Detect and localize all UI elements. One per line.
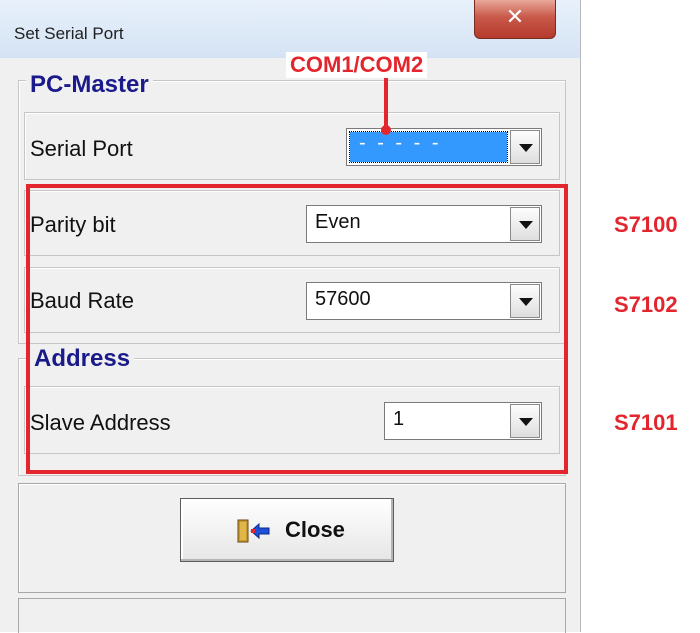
- status-bar: [18, 598, 566, 633]
- highlight-box: [26, 184, 568, 474]
- callout-leader-dot: [381, 125, 391, 135]
- window-close-button[interactable]: ✕: [474, 0, 556, 39]
- exit-door-icon: [237, 519, 270, 543]
- pc-master-legend: PC-Master: [26, 71, 153, 99]
- close-button-label: Close: [285, 517, 345, 542]
- com-port-callout: COM1/COM2: [286, 52, 428, 78]
- window-title: Set Serial Port: [14, 24, 124, 43]
- title-bar: Set Serial Port ✕: [0, 0, 580, 58]
- serial-port-label: Serial Port: [30, 136, 133, 161]
- chevron-down-icon[interactable]: [510, 130, 540, 164]
- serial-port-select[interactable]: - - - - -: [346, 128, 542, 166]
- parity-register-label: S7100: [614, 212, 678, 237]
- serial-port-value: - - - - -: [359, 132, 442, 154]
- close-button[interactable]: Close: [180, 498, 394, 562]
- close-x-icon: ✕: [505, 5, 525, 30]
- slave-register-label: S7101: [614, 410, 678, 435]
- baud-register-label: S7102: [614, 292, 678, 317]
